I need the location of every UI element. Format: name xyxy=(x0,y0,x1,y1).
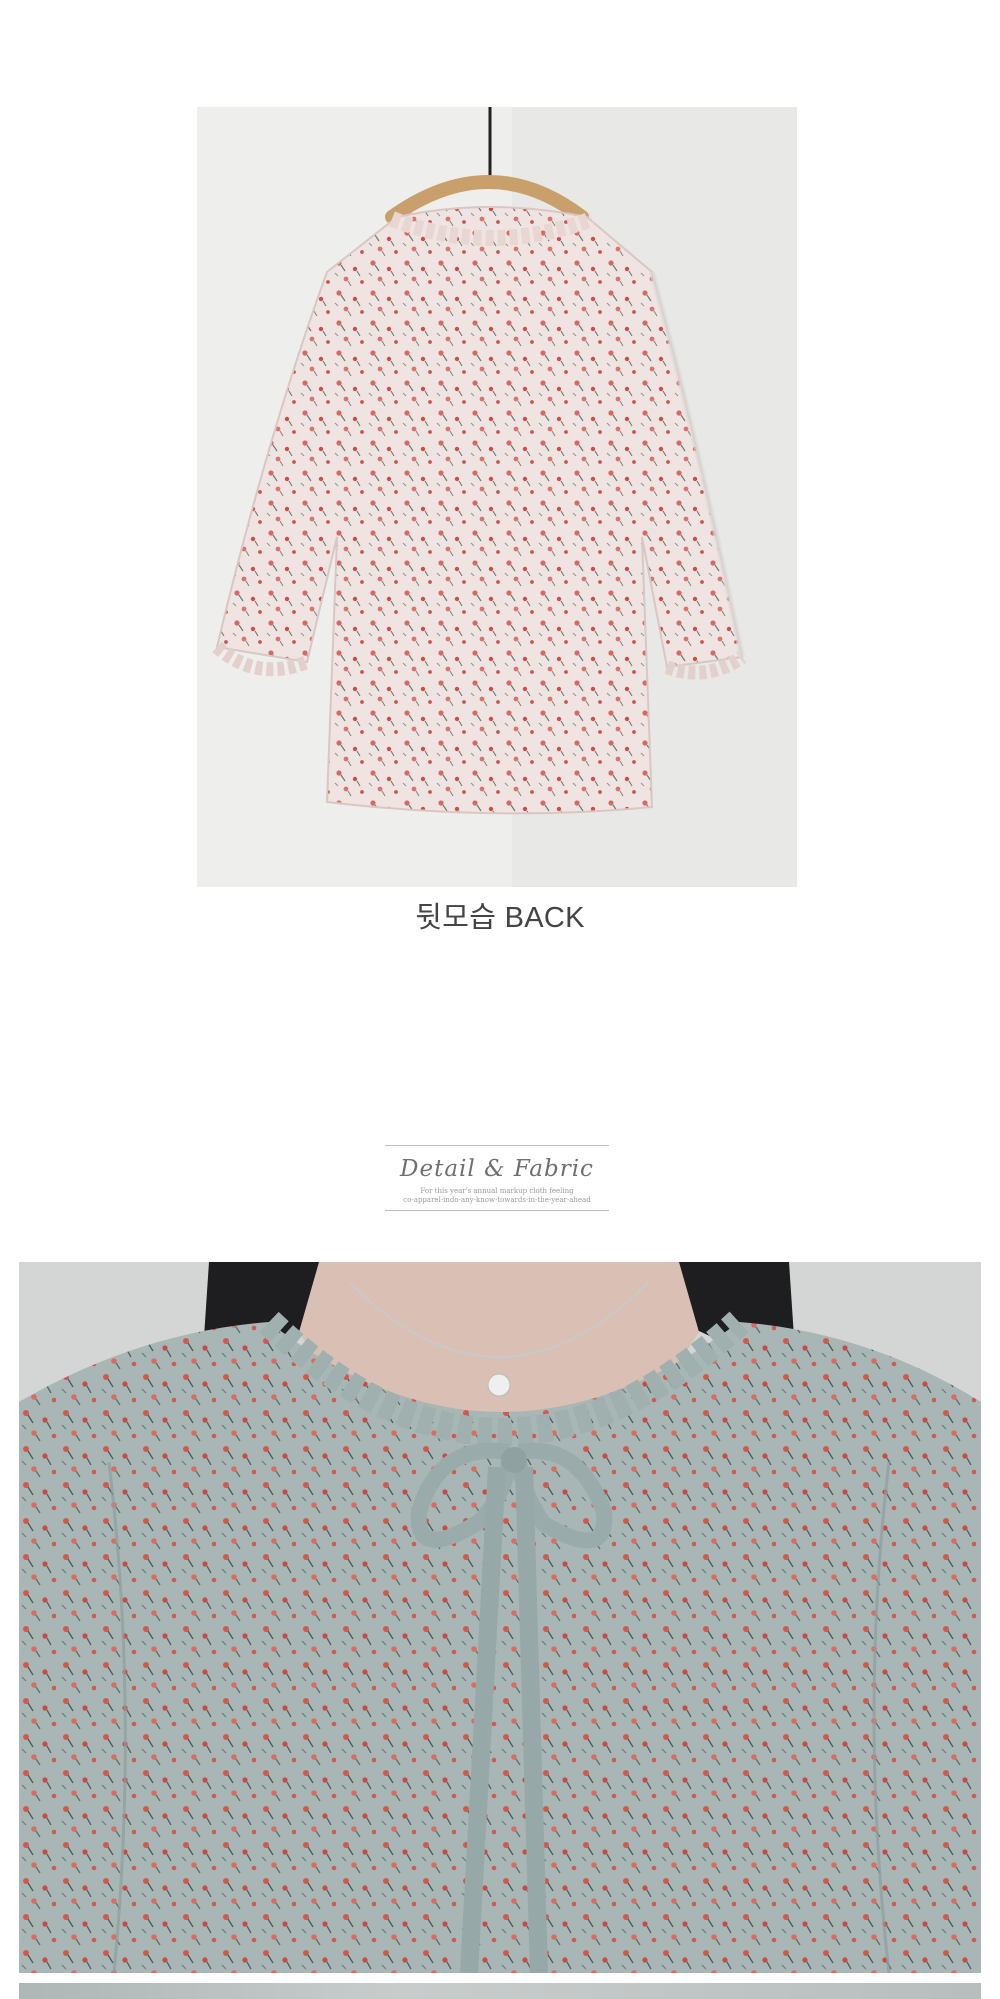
detail-fabric-subtitle-line1: For this year's annual markup cloth feel… xyxy=(420,1187,574,1195)
detail-closeup-photo xyxy=(19,1262,981,1973)
back-view-caption: 뒷모습 BACK xyxy=(415,902,585,934)
back-view-illustration xyxy=(197,107,797,887)
back-view-photo xyxy=(197,107,797,887)
heading-top-rule xyxy=(385,1145,609,1146)
detail-fabric-heading: Detail & Fabric For this year's annual m… xyxy=(385,1145,609,1211)
detail-closeup-illustration xyxy=(19,1262,981,1973)
detail-fabric-title: Detail & Fabric xyxy=(400,1156,594,1182)
heading-bottom-rule xyxy=(385,1210,609,1211)
detail-fabric-subtitle-line2: co-apparel-indo-any-know-towards-in-the-… xyxy=(403,1196,591,1204)
next-photo-edge xyxy=(19,1983,981,1999)
detail-fabric-subtitle: For this year's annual markup cloth feel… xyxy=(385,1187,609,1205)
